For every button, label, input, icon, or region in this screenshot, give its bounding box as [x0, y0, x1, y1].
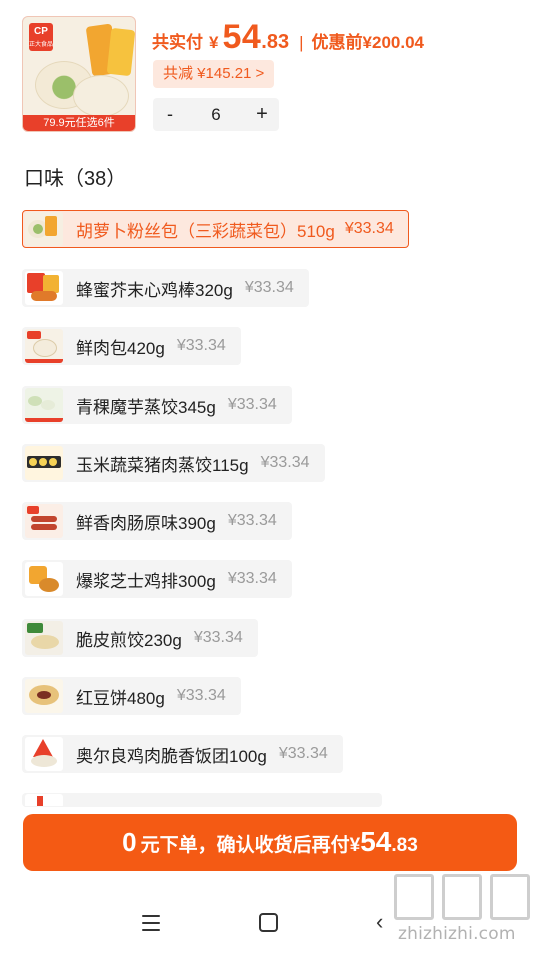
- quantity-stepper: - 6 +: [153, 98, 279, 131]
- fried-dumpling-icon: [25, 621, 63, 655]
- discount-detail-button[interactable]: 共减 ¥145.21 >: [153, 60, 275, 88]
- rice-ball-icon: [25, 737, 63, 771]
- menu-icon[interactable]: [142, 915, 160, 931]
- veggie-bun-icon: [25, 212, 63, 246]
- system-navbar: ‹: [0, 896, 540, 954]
- home-icon[interactable]: [259, 913, 278, 932]
- brand-logo: CP 正大食品: [29, 23, 53, 51]
- price-divider: |: [299, 33, 304, 52]
- flavor-option-name: 鲜香肉肠原味390g: [76, 513, 216, 533]
- flavor-option-price: ¥33.34: [227, 512, 277, 529]
- price-summary: 共实付 ¥ 54 .83 | 优惠前 ¥200.04: [152, 18, 424, 58]
- product-image[interactable]: CP 正大食品 79.9元任选6件: [22, 16, 136, 132]
- cta-currency: ¥: [349, 835, 361, 856]
- cta-amount-int: 54: [360, 826, 392, 857]
- flavor-option-price: ¥33.34: [227, 396, 277, 413]
- place-order-button[interactable]: 0 元下单，确认收货后再付 ¥ 54 .83: [23, 814, 517, 871]
- flavor-option-price: ¥33.34: [176, 337, 226, 354]
- flavor-option[interactable]: 红豆饼480g ¥33.34: [22, 677, 241, 715]
- original-price-label: 优惠前: [311, 33, 363, 52]
- flavor-option-price: ¥33.34: [244, 279, 294, 296]
- flavor-option-price: ¥33.34: [193, 629, 243, 646]
- paid-amount-int: 54: [222, 18, 262, 56]
- steamed-dumpling-icon: [25, 388, 63, 422]
- flavor-option-name: 鲜肉包420g: [76, 338, 165, 358]
- chicken-stick-icon: [25, 271, 63, 305]
- bun-icon: [73, 75, 129, 117]
- product-package-icon: [106, 27, 135, 77]
- flavor-option-name: 红豆饼480g: [76, 688, 165, 708]
- flavor-option-partial[interactable]: [22, 793, 382, 807]
- red-bean-cake-icon: [25, 679, 63, 713]
- flavor-option[interactable]: 鲜香肉肠原味390g ¥33.34: [22, 502, 292, 540]
- flavor-option-price: ¥33.34: [227, 570, 277, 587]
- paid-amount-dec: .83: [261, 31, 290, 53]
- flavor-option[interactable]: 蜂蜜芥末心鸡棒320g ¥33.34: [22, 269, 309, 307]
- quantity-input[interactable]: 6: [187, 105, 245, 125]
- flavor-option[interactable]: 爆浆芝士鸡排300g ¥33.34: [22, 560, 292, 598]
- product-thumb-icon: [25, 794, 63, 806]
- paid-label: 共实付: [152, 33, 203, 52]
- flavor-option[interactable]: 奥尔良鸡肉脆香饭团100g ¥33.34: [22, 735, 343, 773]
- flavor-option-name: 爆浆芝士鸡排300g: [76, 571, 216, 591]
- meat-bun-icon: [25, 329, 63, 363]
- promo-caption: 79.9元任选6件: [23, 115, 135, 131]
- flavor-option-name: 青稞魔芋蒸饺345g: [76, 397, 216, 417]
- currency-symbol: ¥: [209, 33, 219, 52]
- sausage-icon: [25, 504, 63, 538]
- flavor-option[interactable]: 脆皮煎饺230g ¥33.34: [22, 619, 258, 657]
- chicken-cutlet-icon: [25, 562, 63, 596]
- flavor-option-name: 蜂蜜芥末心鸡棒320g: [76, 280, 233, 300]
- decrease-button[interactable]: -: [153, 104, 187, 125]
- increase-button[interactable]: +: [245, 103, 279, 126]
- original-price-value: ¥200.04: [362, 33, 424, 52]
- flavor-option[interactable]: 胡萝卜粉丝包（三彩蔬菜包）510g ¥33.34: [22, 210, 409, 248]
- flavor-option-price: ¥33.34: [260, 454, 310, 471]
- flavor-option-name: 胡萝卜粉丝包（三彩蔬菜包）510g: [76, 221, 335, 241]
- flavor-option[interactable]: 青稞魔芋蒸饺345g ¥33.34: [22, 386, 292, 424]
- flavor-option-name: 脆皮煎饺230g: [76, 630, 182, 650]
- flavor-option[interactable]: 玉米蔬菜猪肉蒸饺115g ¥33.34: [22, 444, 325, 482]
- flavor-option-name: 奥尔良鸡肉脆香饭团100g: [76, 746, 267, 766]
- cta-text: 元下单，确认收货后再付: [140, 835, 350, 856]
- flavor-option[interactable]: 鲜肉包420g ¥33.34: [22, 327, 241, 365]
- flavor-option-name: 玉米蔬菜猪肉蒸饺115g: [76, 455, 249, 475]
- flavor-option-price: ¥33.34: [278, 745, 328, 762]
- corn-dumpling-icon: [25, 446, 63, 480]
- back-icon[interactable]: ‹: [376, 911, 383, 933]
- flavor-section-title: 口味（38）: [24, 168, 127, 190]
- flavor-option-price: ¥33.34: [344, 220, 394, 237]
- cta-zero: 0: [122, 827, 137, 857]
- cta-amount-dec: .83: [391, 835, 418, 856]
- flavor-option-price: ¥33.34: [176, 687, 226, 704]
